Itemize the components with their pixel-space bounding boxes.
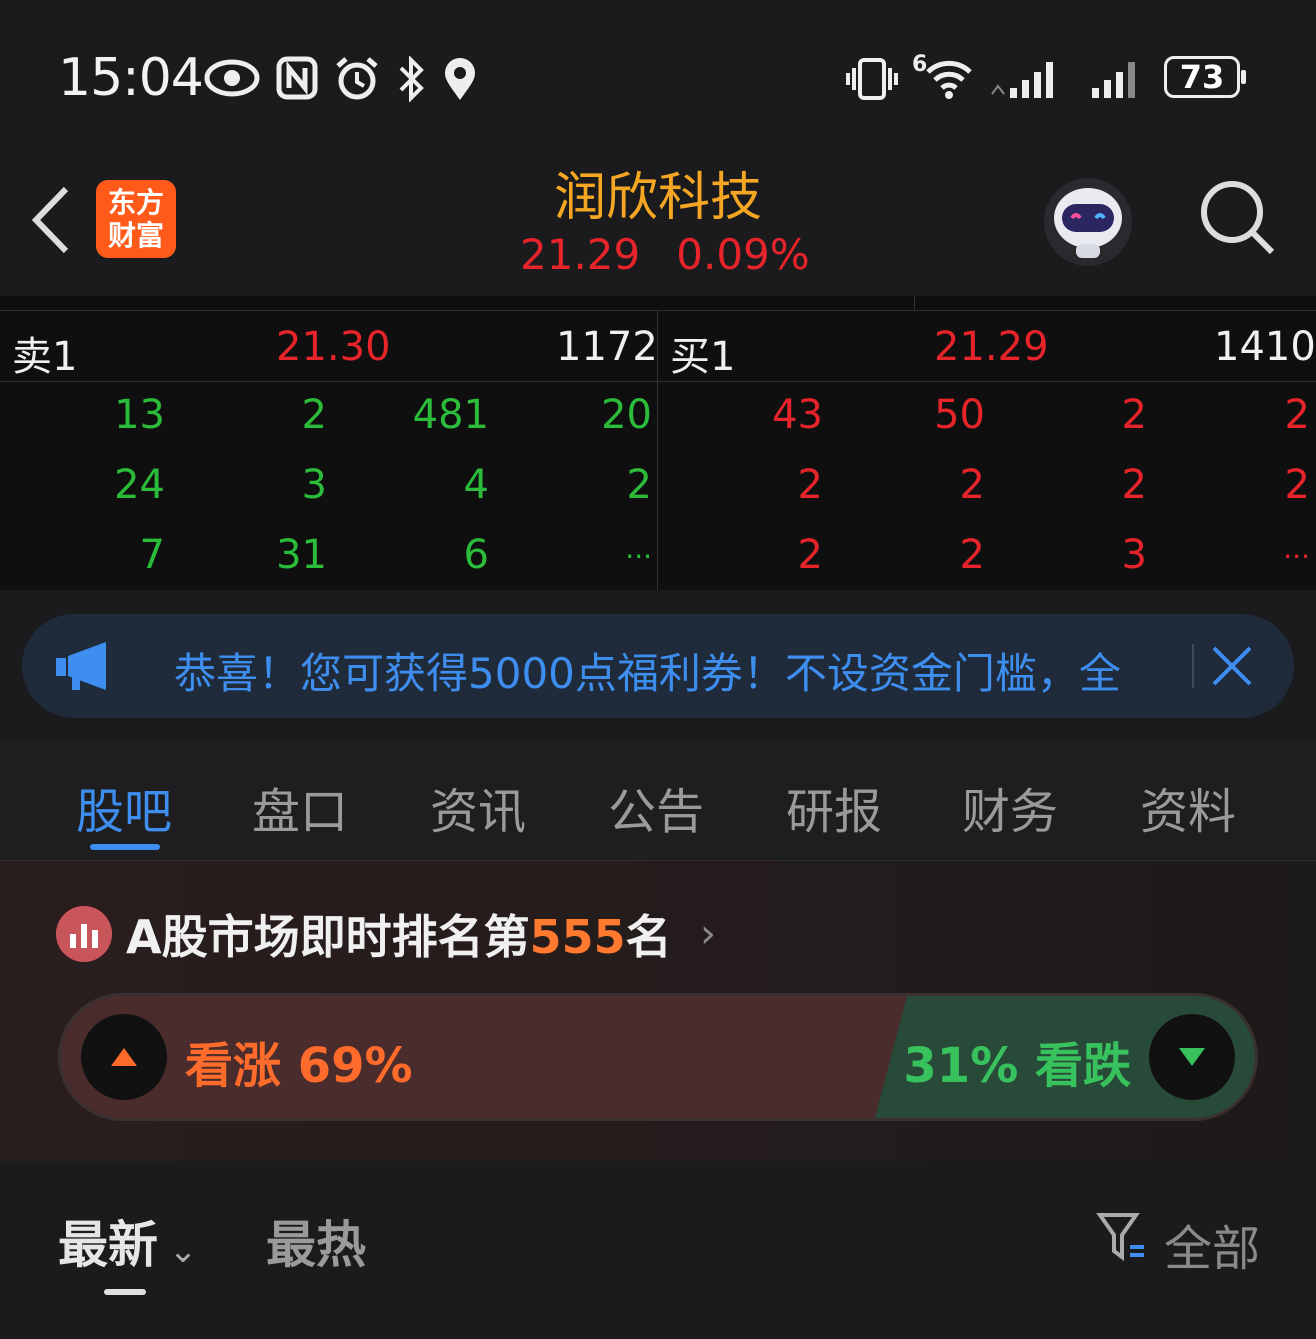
ranking-icon	[56, 906, 112, 962]
queue-order: 2	[959, 532, 985, 578]
section-tabs: 股吧 盘口 资讯 公告 研报 财务 资料	[0, 740, 1316, 861]
filter-all[interactable]: 全部	[1164, 1209, 1260, 1279]
tab-research[interactable]: 研报	[786, 772, 882, 842]
queue-order: 2	[626, 462, 652, 508]
banner-text: 恭喜！您可获得5000点福利券！不设资金门槛，全	[174, 649, 1121, 698]
bull-label: 看涨 69%	[185, 1038, 413, 1094]
queue-order: 13	[114, 392, 165, 438]
queue-order: 481	[412, 392, 489, 438]
bluetooth-icon	[399, 56, 424, 102]
sentiment-panel: A股市场即时排名第555名 › 看涨 69% 31% 看跌	[0, 861, 1316, 1161]
sell1-volume: 1172	[556, 324, 658, 370]
buy1-price: 21.29	[934, 324, 1049, 370]
eye-icon	[204, 59, 260, 97]
queue-order: 43	[772, 392, 823, 438]
rank-number: 555	[529, 910, 626, 964]
queue-order: 2	[959, 462, 985, 508]
buy1-label: 买1	[670, 334, 736, 380]
queue-order: 20	[601, 392, 652, 438]
queue-order: 2	[1284, 462, 1310, 508]
bear-button[interactable]	[1149, 1014, 1235, 1100]
triangle-up-icon	[111, 1048, 137, 1066]
divider	[1192, 644, 1194, 688]
sort-bar: 最新 ⌄ 最热 全部	[0, 1161, 1316, 1339]
megaphone-icon	[56, 642, 106, 690]
rank-suffix: 名	[625, 910, 672, 964]
robot-assistant-icon[interactable]	[1040, 178, 1136, 266]
wifi-icon	[926, 60, 972, 99]
price-row: 21.29 0.09%	[520, 230, 846, 279]
divider	[914, 296, 915, 310]
chevron-right-icon[interactable]: ›	[700, 911, 716, 957]
queue-order: ...	[625, 532, 652, 565]
queue-order: 2	[301, 392, 327, 438]
queue-order: 2	[1121, 392, 1147, 438]
bear-label: 31% 看跌	[903, 1038, 1131, 1094]
queue-order: 4	[463, 462, 489, 508]
divider	[0, 310, 1316, 311]
divider	[0, 381, 1316, 382]
queue-order: 3	[1121, 532, 1147, 578]
tab-profile[interactable]: 资料	[1140, 772, 1236, 842]
rank-prefix: A股市场即时排名第	[126, 910, 530, 964]
current-price: 21.29	[520, 230, 641, 279]
filter-icon[interactable]	[1096, 1211, 1148, 1265]
queue-order: 3	[301, 462, 327, 508]
queue-order: 2	[797, 532, 823, 578]
vibrate-icon	[846, 58, 898, 100]
change-percent: 0.09%	[676, 230, 810, 279]
queue-order: 7	[139, 532, 165, 578]
sort-hottest[interactable]: 最热	[266, 1205, 366, 1277]
bull-button[interactable]	[81, 1014, 167, 1100]
alarm-icon	[336, 57, 378, 100]
sort-latest-label: 最新	[58, 1216, 158, 1274]
close-icon[interactable]	[1210, 644, 1254, 688]
tab-finance[interactable]: 财务	[962, 772, 1058, 842]
sort-latest[interactable]: 最新 ⌄	[58, 1205, 197, 1277]
queue-order: 24	[114, 462, 165, 508]
tab-pankou[interactable]: 盘口	[252, 772, 348, 842]
market-rank[interactable]: A股市场即时排名第555名	[126, 901, 672, 967]
bull-bear-vote: 看涨 69% 31% 看跌	[58, 993, 1258, 1121]
battery-indicator: 73	[1164, 56, 1246, 98]
queue-order: 2	[1121, 462, 1147, 508]
signal-icon-2	[1092, 62, 1135, 98]
status-bar: 15:04 6 73	[0, 0, 1316, 150]
sell1-label: 卖1	[12, 334, 78, 380]
order-book: 卖1 21.30 1172 买1 21.29 1410 13 2 481 20 24 3 4…	[0, 296, 1316, 590]
queue-order: 2	[1284, 392, 1310, 438]
active-tab-indicator	[90, 844, 160, 850]
queue-order: 31	[276, 532, 327, 578]
sell1-price: 21.30	[276, 324, 391, 370]
stock-header: 东方 财富 润欣科技 21.29 0.09%	[0, 150, 1316, 297]
tab-announcements[interactable]: 公告	[608, 772, 704, 842]
tab-news[interactable]: 资讯	[430, 772, 526, 842]
location-icon	[445, 58, 475, 100]
promo-banner[interactable]: 恭喜！您可获得5000点福利券！不设资金门槛，全	[22, 614, 1294, 718]
tab-guba[interactable]: 股吧	[76, 772, 172, 842]
buy1-volume: 1410	[1214, 324, 1316, 370]
queue-order: 6	[463, 532, 489, 578]
triangle-down-icon	[1179, 1048, 1205, 1066]
queue-order: ...	[1283, 532, 1310, 565]
signal-icon	[991, 62, 1053, 98]
chevron-down-icon: ⌄	[158, 1231, 198, 1271]
search-icon[interactable]	[1198, 178, 1276, 256]
clock: 15:04	[58, 48, 204, 108]
nfc-icon	[276, 56, 318, 100]
active-sort-indicator	[104, 1289, 146, 1295]
queue-order: 50	[934, 392, 985, 438]
queue-order: 2	[797, 462, 823, 508]
